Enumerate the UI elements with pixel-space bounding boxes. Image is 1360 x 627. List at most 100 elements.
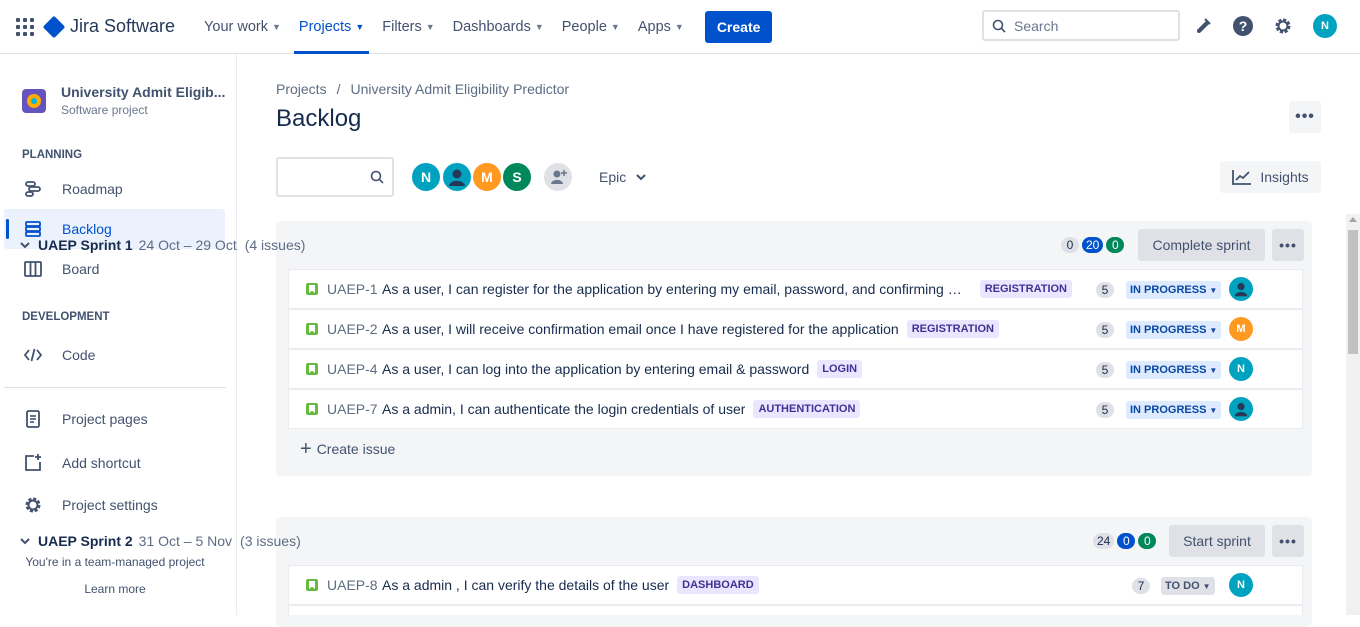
breadcrumb-projects[interactable]: Projects: [276, 81, 327, 97]
assignee-avatar[interactable]: N: [1229, 573, 1253, 597]
avatar-filter-n[interactable]: N: [410, 161, 442, 193]
epic-lozenge[interactable]: AUTHENTICATION: [753, 400, 861, 418]
epic-filter-dropdown[interactable]: Epic: [599, 169, 646, 185]
story-points[interactable]: 5: [1096, 402, 1114, 418]
issue-row[interactable]: UAEP-1 As a user, I can register for the…: [288, 269, 1303, 309]
add-people-icon[interactable]: [542, 161, 574, 193]
sprint-more-button[interactable]: •••: [1272, 229, 1304, 261]
sidebar-item-code[interactable]: Code: [4, 335, 225, 375]
sidebar-item-add-shortcut[interactable]: Add shortcut: [4, 443, 225, 483]
learn-more-link[interactable]: Learn more: [0, 582, 230, 596]
sidebar-item-roadmap[interactable]: Roadmap: [4, 169, 225, 209]
sidebar: University Admit Eligib... Software proj…: [0, 54, 237, 615]
epic-lozenge[interactable]: LOGIN: [817, 360, 863, 378]
story-points[interactable]: 7: [1132, 578, 1150, 594]
roadmap-icon: [22, 178, 44, 200]
chevron-down-icon[interactable]: [20, 537, 30, 545]
status-label: IN PROGRESS: [1130, 364, 1207, 376]
assignee-avatar[interactable]: N: [1229, 357, 1253, 381]
epic-lozenge[interactable]: REGISTRATION: [979, 280, 1072, 298]
chevron-down-icon: ▼: [1209, 325, 1218, 335]
sidebar-item-label: Board: [62, 261, 100, 277]
planning-section-label: PLANNING: [22, 149, 83, 161]
nav-projects[interactable]: Projects ▼: [290, 0, 373, 54]
nav-label: People: [561, 18, 607, 35]
sidebar-item-board[interactable]: Board: [4, 249, 225, 289]
status-dropdown[interactable]: IN PROGRESS ▼: [1126, 281, 1222, 299]
complete-sprint-button[interactable]: Complete sprint: [1138, 229, 1265, 261]
issue-row[interactable]: UAEP-4 As a user, I can log into the app…: [288, 349, 1303, 389]
issue-key[interactable]: UAEP-7: [327, 401, 378, 417]
epic-lozenge[interactable]: DASHBOARD: [677, 576, 759, 594]
chevron-down-icon[interactable]: [20, 241, 30, 249]
breadcrumb-project[interactable]: University Admit Eligibility Predictor: [350, 81, 569, 97]
user-silhouette-icon: [1234, 403, 1248, 417]
issue-row[interactable]: UAEP-8 As a admin , I can verify the det…: [288, 565, 1303, 605]
assignee-avatar[interactable]: M: [1229, 317, 1253, 341]
sprint-name: UAEP Sprint 2: [38, 533, 133, 549]
sprint-issue-count: (4 issues): [244, 237, 306, 253]
story-points[interactable]: 5: [1096, 282, 1114, 298]
nav-people[interactable]: People ▼: [553, 0, 629, 54]
scroll-up-arrow-icon[interactable]: [1349, 217, 1357, 222]
issue-summary: As a admin , I can verify the details of…: [382, 577, 670, 593]
top-navigation: Jira Software Your work ▼ Projects ▼ Filte…: [0, 0, 1360, 54]
insights-button[interactable]: Insights: [1220, 161, 1321, 193]
sidebar-item-label: Project settings: [62, 497, 158, 513]
story-points[interactable]: 5: [1096, 362, 1114, 378]
issue-key[interactable]: UAEP-8: [327, 577, 378, 593]
nav-dashboards[interactable]: Dashboards ▼: [444, 0, 553, 54]
more-actions-button[interactable]: •••: [1289, 101, 1321, 133]
issue-key[interactable]: UAEP-1: [327, 281, 378, 297]
chevron-down-icon: ▼: [355, 21, 365, 32]
sprint-issue-count: (3 issues): [240, 533, 301, 549]
epic-lozenge[interactable]: REGISTRATION: [906, 320, 999, 338]
sidebar-item-label: Backlog: [62, 221, 112, 237]
search-icon: [370, 170, 384, 187]
scrollbar-thumb[interactable]: [1348, 230, 1358, 354]
sidebar-item-project-pages[interactable]: Project pages: [4, 399, 225, 439]
sidebar-item-label: Add shortcut: [62, 455, 141, 471]
sprint-dates: 24 Oct – 29 Oct: [138, 237, 237, 253]
assignee-avatar[interactable]: [1229, 277, 1253, 301]
help-icon[interactable]: ?: [1231, 14, 1255, 38]
status-dropdown[interactable]: IN PROGRESS ▼: [1126, 401, 1222, 419]
status-label: TO DO: [1165, 580, 1200, 592]
issue-row[interactable]: UAEP-2 As a user, I will receive confirm…: [288, 309, 1303, 349]
avatar-filter-m[interactable]: M: [471, 161, 503, 193]
issue-row-partial[interactable]: [288, 605, 1303, 615]
sprint-more-button[interactable]: •••: [1272, 525, 1304, 557]
avatar-filter-s[interactable]: S: [501, 161, 533, 193]
status-dropdown[interactable]: IN PROGRESS ▼: [1126, 361, 1222, 379]
notifications-icon[interactable]: [1191, 14, 1215, 38]
chevron-down-icon: ▼: [272, 21, 281, 32]
user-avatar[interactable]: N: [1313, 14, 1337, 38]
breadcrumb: Projects / University Admit Eligibility Pr…: [276, 81, 569, 97]
app-switcher-icon[interactable]: [16, 17, 36, 37]
story-points[interactable]: 5: [1096, 322, 1114, 338]
create-issue-button[interactable]: + Create issue: [300, 439, 395, 459]
start-sprint-button[interactable]: Start sprint: [1169, 525, 1265, 557]
issue-row[interactable]: UAEP-7 As a admin, I can authenticate th…: [288, 389, 1303, 429]
status-dropdown[interactable]: IN PROGRESS ▼: [1126, 321, 1222, 339]
todo-points: 0: [1061, 237, 1079, 253]
nav-your-work[interactable]: Your work ▼: [195, 0, 290, 54]
team-managed-notice: You're in a team-managed project: [25, 555, 205, 569]
assignee-avatar[interactable]: [1229, 397, 1253, 421]
issue-key[interactable]: UAEP-2: [327, 321, 378, 337]
nav-apps[interactable]: Apps ▼: [629, 0, 693, 54]
status-dropdown[interactable]: TO DO ▼: [1161, 577, 1215, 595]
issue-key[interactable]: UAEP-4: [327, 361, 378, 377]
sidebar-item-project-settings[interactable]: Project settings: [4, 485, 225, 525]
sprint-header[interactable]: UAEP Sprint 2 31 Oct – 5 Nov (3 issues): [20, 533, 301, 549]
sprint-header[interactable]: UAEP Sprint 1 24 Oct – 29 Oct (4 issues): [20, 237, 305, 253]
page-scrollbar[interactable]: [1346, 214, 1360, 615]
search-input[interactable]: Search: [982, 10, 1180, 41]
backlog-search-input[interactable]: [276, 157, 394, 197]
jira-logo[interactable]: Jira Software: [42, 15, 175, 38]
create-button[interactable]: Create: [704, 10, 773, 43]
nav-filters[interactable]: Filters ▼: [373, 0, 443, 54]
project-header[interactable]: University Admit Eligib... Software proj…: [22, 84, 225, 117]
avatar-filter-user[interactable]: [441, 161, 473, 193]
settings-gear-icon[interactable]: [1271, 14, 1295, 38]
